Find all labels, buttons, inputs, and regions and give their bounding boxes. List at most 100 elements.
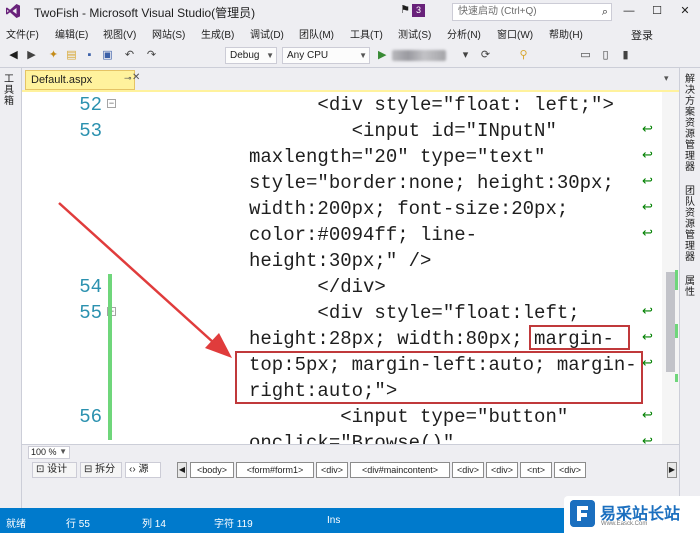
split-view-icon: ⊟ (84, 464, 96, 475)
refresh-icon[interactable]: ⟳ (478, 48, 493, 63)
redo-icon[interactable]: ↷ (144, 48, 159, 63)
quick-launch-input[interactable]: 快速启动 (Ctrl+Q) ⌕ (452, 3, 612, 21)
word-wrap-glyph-icon: ↩ (642, 147, 653, 162)
left-side-panel: 工具箱 (0, 68, 22, 508)
find-in-files-icon[interactable]: ⚲ (516, 48, 531, 63)
menu-tools[interactable]: 工具(T) (350, 26, 383, 41)
solution-explorer-tab[interactable]: 解决方案资源管理器 (685, 74, 697, 173)
scrollbar-thumb[interactable] (666, 272, 675, 372)
code-line[interactable]: <input type="button" (249, 404, 568, 430)
breadcrumb-item[interactable]: <div> (452, 462, 484, 478)
menu-debug[interactable]: 调试(D) (250, 26, 284, 41)
code-line[interactable]: height:30px;" /> (249, 248, 431, 274)
tab-list-dropdown-icon[interactable]: ▾ (664, 73, 669, 84)
status-ready: 就绪 (6, 519, 26, 530)
code-editor[interactable]: 5253545556 − − <div style="float: left;"… (22, 92, 679, 444)
breadcrumb-item[interactable]: <body> (190, 462, 234, 478)
document-outline-icon[interactable]: ▭ (578, 48, 593, 63)
notification-badge[interactable]: 3 (412, 4, 425, 17)
dropdown-chevron-icon[interactable]: ▾ (458, 48, 473, 63)
maximize-icon[interactable]: ☐ (646, 2, 668, 20)
site-watermark: 易采站长站 Www.Easck.Com (564, 496, 700, 533)
navigate-back-icon[interactable]: ◀ (6, 48, 21, 63)
title-bar: TwoFish - Microsoft Visual Studio(管理员) ⚑… (0, 0, 700, 22)
menu-test[interactable]: 测试(S) (398, 26, 431, 41)
menu-help[interactable]: 帮助(H) (549, 26, 583, 41)
indicator-margin (22, 92, 98, 444)
source-view-label: 源 (138, 464, 149, 475)
zoom-level-select[interactable]: 100 % ▼ (28, 446, 70, 459)
word-wrap-glyph-icon: ↩ (642, 199, 653, 214)
zoom-level-value: 100 % (31, 447, 57, 457)
breadcrumb-item[interactable]: <div#maincontent> (350, 462, 450, 478)
navigate-forward-icon[interactable]: ▶ (24, 48, 39, 63)
menu-window[interactable]: 窗口(W) (497, 26, 533, 41)
properties-tab[interactable]: 属性 (685, 276, 697, 298)
undo-icon[interactable]: ↶ (122, 48, 137, 63)
line-number: 55 (79, 302, 102, 324)
solution-configuration-select[interactable]: Debug ▼ (225, 47, 277, 64)
breadcrumb-scroll-left-icon[interactable]: ◀ (177, 462, 187, 478)
breadcrumb-item[interactable]: <nt> (520, 462, 552, 478)
solution-platform-select[interactable]: Any CPU ▼ (282, 47, 370, 64)
breadcrumb-item[interactable]: <form#form1> (236, 462, 314, 478)
design-view-tab[interactable]: ⊡ 设计 (32, 462, 77, 478)
line-number: 56 (79, 406, 102, 428)
menu-view[interactable]: 视图(V) (103, 26, 136, 41)
split-view-label: 拆分 (95, 464, 116, 475)
code-line[interactable]: style="border:none; height:30px; (249, 170, 614, 196)
scrollbar-change-mark (675, 374, 678, 382)
code-line[interactable]: width:200px; font-size:20px; (249, 196, 568, 222)
chevron-down-icon: ▼ (266, 51, 274, 60)
menu-team[interactable]: 团队(M) (299, 26, 334, 41)
menu-edit[interactable]: 编辑(E) (55, 26, 88, 41)
code-line[interactable]: <div style="float: left;"> (249, 92, 613, 118)
start-debugging-icon[interactable]: ▶ (378, 48, 386, 61)
minimize-icon[interactable]: — (618, 2, 640, 20)
comment-icon[interactable]: ▯ (598, 48, 613, 63)
source-view-tab[interactable]: ‹› 源 (125, 462, 161, 478)
sign-in-link[interactable]: 登录 (631, 27, 653, 43)
watermark-subtitle: Www.Easck.Com (601, 521, 648, 527)
code-line[interactable]: color:#0094ff; line- (249, 222, 477, 248)
document-tab-default-aspx[interactable]: Default.aspx (25, 70, 135, 90)
menu-build[interactable]: 生成(B) (201, 26, 234, 41)
open-file-icon[interactable]: ▤ (64, 48, 79, 63)
toolbox-tab[interactable]: 工具箱 (4, 74, 16, 107)
annotation-highlight-box (235, 351, 643, 404)
design-view-icon: ⊡ (36, 464, 48, 475)
menu-file[interactable]: 文件(F) (6, 26, 39, 41)
code-line[interactable]: onclick="Browse()" (249, 430, 454, 444)
pin-icon[interactable]: ⊸ (124, 73, 132, 84)
code-line[interactable]: maxlength="20" type="text" (249, 144, 545, 170)
configuration-value: Debug (230, 50, 260, 61)
breadcrumb-scroll-right-icon[interactable]: ▶ (667, 462, 677, 478)
close-tab-icon[interactable]: ✕ (132, 72, 140, 83)
search-icon: ⌕ (601, 6, 608, 18)
breadcrumb-item[interactable]: <div> (554, 462, 586, 478)
run-target-blurred[interactable] (392, 50, 446, 61)
code-line[interactable]: <input id="INputN" (249, 118, 557, 144)
split-view-tab[interactable]: ⊟ 拆分 (80, 462, 122, 478)
line-number: 54 (79, 276, 102, 298)
right-side-panel: 解决方案资源管理器 团队资源管理器 属性 (679, 68, 700, 508)
menu-analyze[interactable]: 分析(N) (447, 26, 481, 41)
new-project-icon[interactable]: ✦ (46, 48, 61, 63)
breadcrumb-item[interactable]: <div> (486, 462, 518, 478)
notification-flag-icon[interactable]: ⚑ (398, 3, 412, 17)
close-icon[interactable]: ✕ (674, 2, 696, 20)
vertical-scrollbar[interactable] (662, 92, 679, 444)
collapse-region-icon[interactable]: − (107, 99, 116, 108)
breadcrumb-item[interactable]: <div> (316, 462, 348, 478)
save-all-icon[interactable]: ▣ (100, 48, 115, 63)
word-wrap-glyph-icon: ↩ (642, 407, 653, 422)
save-icon[interactable]: ▪ (82, 48, 97, 63)
bookmark-icon[interactable]: ▮ (618, 48, 633, 63)
status-character: 字符 119 (214, 519, 253, 530)
code-line[interactable]: <div style="float:left; (249, 300, 579, 326)
team-explorer-tab[interactable]: 团队资源管理器 (685, 186, 697, 263)
word-wrap-glyph-icon: ↩ (642, 121, 653, 136)
code-line[interactable]: </div> (249, 274, 385, 300)
quick-launch-placeholder: 快速启动 (Ctrl+Q) (458, 6, 537, 17)
menu-website[interactable]: 网站(S) (152, 26, 185, 41)
